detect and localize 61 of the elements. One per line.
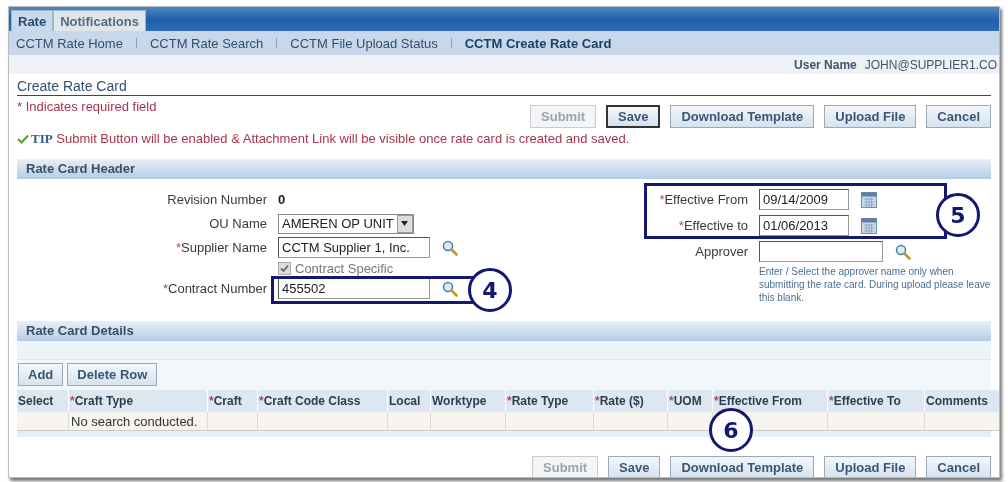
input-field[interactable]: 09/14/2009 [759,189,849,210]
table-action-button[interactable]: Add [18,363,64,386]
user-name-label: User Name [794,57,857,72]
page-title: Create Rate Card [17,78,991,96]
input-field[interactable] [759,241,883,262]
column-header: *Effective To [827,390,925,412]
section-header: Rate Card Header [17,159,991,179]
field-label: OU Name [208,216,267,231]
column-header: Worktype [430,390,506,412]
field-label: Revision Number [166,192,267,207]
action-button[interactable]: Save [606,105,661,128]
section-header: Rate Card Details [17,321,991,341]
calendar-icon[interactable] [861,217,877,234]
action-button[interactable]: Download Template [670,456,815,477]
field-label: *Effective to [677,218,748,233]
column-header: *Effective From [712,390,828,412]
input-field[interactable]: 455502 [278,278,430,299]
check-icon [280,263,289,273]
column-header: *Rate ($) [593,390,668,412]
column-header: Select [17,390,69,412]
column-header: *Craft [207,390,258,412]
input-field[interactable]: CCTM Supplier 1, Inc. [278,237,430,258]
ou-name-dropdown[interactable]: AMEREN OP UNIT [278,213,414,234]
table-action-button[interactable]: Delete Row [67,363,158,386]
approver-hint: Enter / Select the approver name only when submitting the rate card. During upload please leave this blank. [759,265,991,304]
field-label: Approver [694,244,748,259]
search-icon[interactable] [442,239,458,256]
checkbox-label: Contract Specific [295,260,394,276]
user-name-value: JOHN@SUPPLIER1.CO [864,57,997,72]
field-label: *Supplier Name [174,240,267,255]
action-button[interactable]: Cancel [926,456,991,477]
action-button[interactable]: Cancel [926,105,991,128]
nav-link[interactable]: CCTM Rate Home [16,35,123,51]
field-label: *Effective From [658,192,748,207]
input-field[interactable]: 01/06/2013 [759,215,849,236]
callout-number: 5 [936,193,980,237]
tab[interactable]: Notifications [53,10,146,31]
column-header: *Craft Type [68,390,208,412]
search-icon[interactable] [442,280,458,297]
nav-link[interactable]: CCTM Rate Search [149,35,264,51]
required-note: * Indicates required field [17,99,157,114]
tip-text: TIP Submit Button will be enabled & Attachment Link will be visible once rate card is created and saved. [31,131,630,147]
empty-table-message: No search conducted. [71,413,198,429]
action-button[interactable]: Save [608,456,661,477]
field-label: *Contract Number [161,281,267,296]
column-header: *UOM [667,390,713,412]
nav-link[interactable]: CCTM Create Rate Card [464,35,612,51]
revision-value: 0 [278,192,286,207]
callout-number: 4 [468,268,512,312]
check-icon [17,134,29,144]
action-button[interactable]: Upload File [824,105,917,128]
tab[interactable]: Rate [11,10,54,31]
calendar-icon[interactable] [861,191,877,208]
column-header: *Rate Type [505,390,594,412]
nav-link[interactable]: CCTM File Upload Status [290,35,438,51]
column-header: Local [387,390,431,412]
column-header: Comments [924,390,999,412]
search-icon[interactable] [895,243,911,260]
action-button[interactable]: Download Template [670,105,815,128]
column-header: *Craft Code Class [257,390,388,412]
action-button[interactable]: Upload File [824,456,917,477]
